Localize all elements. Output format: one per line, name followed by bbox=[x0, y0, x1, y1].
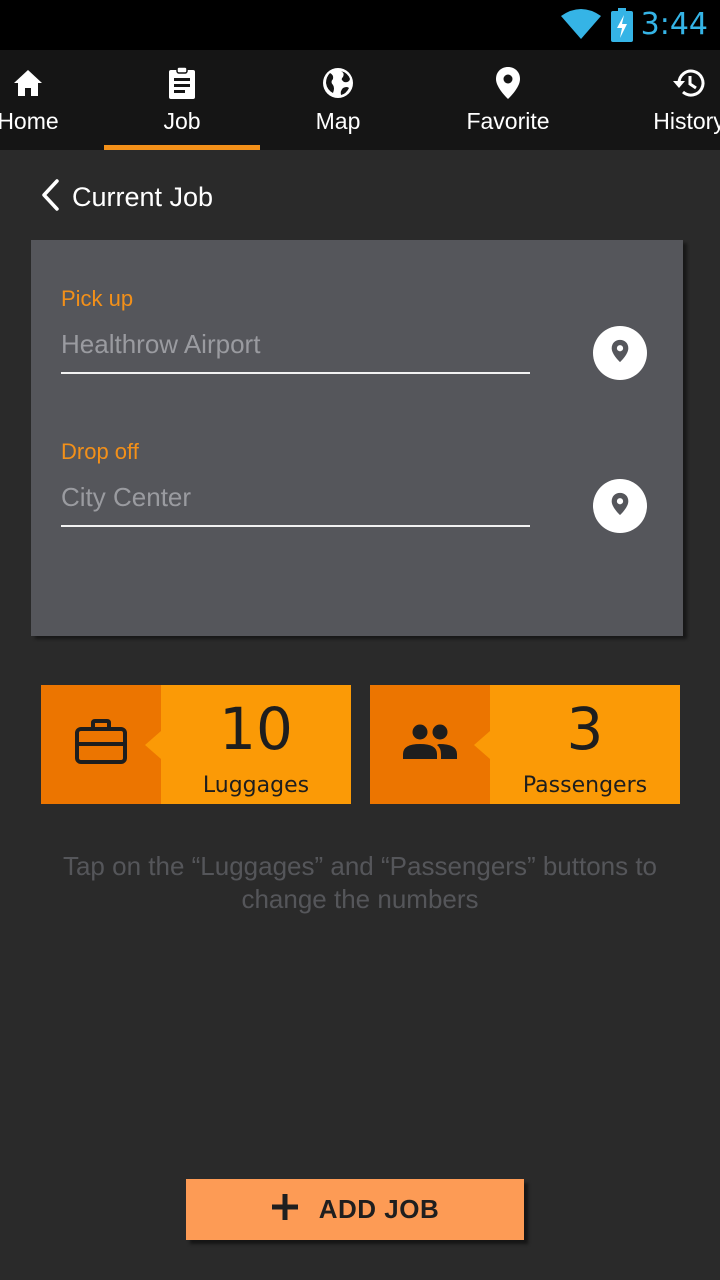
status-time: 3:44 bbox=[640, 7, 708, 42]
pickup-label: Pick up bbox=[61, 286, 134, 311]
clipboard-icon bbox=[167, 66, 197, 100]
location-pin-icon bbox=[611, 339, 629, 368]
tab-label-favorite: Favorite bbox=[466, 108, 550, 134]
page-title: Current Job bbox=[72, 181, 214, 212]
passengers-count: 3 bbox=[566, 695, 604, 763]
history-icon bbox=[671, 66, 707, 100]
plus-icon bbox=[271, 1193, 299, 1226]
luggages-label: Luggages bbox=[202, 773, 310, 798]
dropoff-underline bbox=[61, 525, 530, 527]
passengers-icon-box bbox=[370, 685, 490, 804]
tab-bar: Home Job Map Favorite History bbox=[0, 50, 720, 150]
pickup-underline bbox=[61, 372, 530, 374]
chevron-left-icon bbox=[40, 178, 60, 216]
dropoff-label: Drop off bbox=[61, 439, 139, 464]
back-button[interactable]: Current Job bbox=[40, 176, 213, 218]
home-icon bbox=[12, 66, 44, 100]
hint-text: Tap on the “Luggages” and “Passengers” b… bbox=[62, 851, 658, 914]
passengers-notch bbox=[474, 731, 490, 759]
passengers-label: Passengers bbox=[522, 773, 648, 798]
tab-label-map: Map bbox=[315, 108, 361, 134]
pickup-location-button[interactable] bbox=[593, 326, 647, 380]
tab-label-history: History bbox=[653, 108, 720, 134]
luggages-notch bbox=[145, 731, 161, 759]
tab-map[interactable]: Map bbox=[270, 50, 406, 150]
passengers-button[interactable]: 3 Passengers bbox=[370, 685, 680, 804]
people-icon bbox=[401, 723, 459, 766]
add-job-label: ADD JOB bbox=[318, 1194, 440, 1224]
luggages-button[interactable]: 10 Luggages bbox=[41, 685, 351, 804]
tab-label-home: Home bbox=[0, 108, 59, 134]
luggages-icon-box bbox=[41, 685, 161, 804]
pickup-input[interactable]: Healthrow Airport bbox=[61, 329, 260, 360]
battery-charging-icon bbox=[611, 8, 633, 47]
status-bar: 3:44 bbox=[0, 0, 720, 50]
add-job-button[interactable]: ADD JOB bbox=[186, 1179, 524, 1240]
wifi-icon bbox=[560, 8, 602, 45]
dropoff-input[interactable]: City Center bbox=[61, 482, 191, 513]
dropoff-location-button[interactable] bbox=[593, 479, 647, 533]
tab-home[interactable]: Home bbox=[0, 50, 80, 150]
luggages-count: 10 bbox=[219, 695, 293, 763]
location-pin-icon bbox=[611, 492, 629, 521]
tab-job[interactable]: Job bbox=[104, 50, 260, 150]
tab-history[interactable]: History bbox=[634, 50, 720, 150]
tab-favorite[interactable]: Favorite bbox=[430, 50, 586, 150]
job-form-card: Pick up Healthrow Airport Drop off City … bbox=[31, 240, 683, 636]
location-pin-icon bbox=[495, 66, 521, 100]
globe-icon bbox=[321, 66, 355, 100]
tab-label-job: Job bbox=[163, 108, 201, 134]
briefcase-icon bbox=[74, 719, 128, 770]
